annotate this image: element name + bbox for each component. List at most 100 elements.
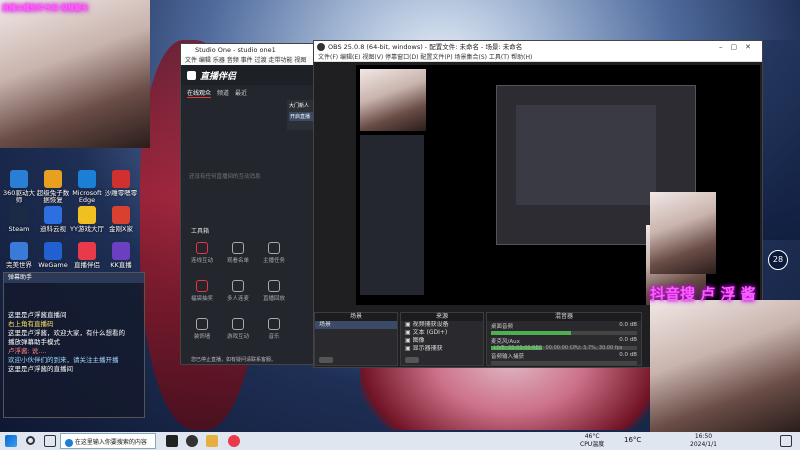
mixer-channel-name: 麦克风/Aux [491,339,520,345]
mixer-channel-label: 麦克风/Aux 0.0 dB [491,337,637,345]
desktop-icon[interactable]: Microsoft Edge [70,170,104,205]
clock-date: 2024/1/1 [690,441,717,448]
mixer-channel-label: 音频输入捕获 0.0 dB [491,352,637,360]
toolbox-item[interactable]: 观看名单 [225,242,251,264]
sources-dock: 来源 ▣ 视频捕获设备 ▣ 文本 (GDI+) ▣ 图像 ▣ 显示器捕获 [400,312,484,366]
toolbox-item[interactable]: 游戏互动 [225,318,251,340]
volume-meter[interactable] [491,331,637,335]
desktop-icon-label: 完美世界 [6,261,32,269]
toolbox-item[interactable]: 连线互动 [189,242,215,264]
zbj-title: Studio One - studio one1 [195,46,276,54]
chat-message: 这里是卢浮酱的直播间 [8,365,73,373]
scenes-dock: 场景 场景 [314,312,398,366]
danmu-chat-panel: 弹幕助手 这里是卢浮酱直播间 右上角有直播码 这里是卢浮酱，欢迎大家，有什么想看的播… [3,272,145,418]
scenes-dock-title: 场景 [315,313,397,321]
desktop-icon[interactable]: 完美世界 [2,242,36,269]
app-icon [44,206,62,224]
tool-icon [232,242,244,254]
task-view-icon[interactable] [44,435,56,447]
tool-label: 装饰墙 [193,334,211,340]
toolbox-item[interactable]: 装饰墙 [189,318,215,340]
desktop-icon-label: Steam [8,225,30,233]
weather-temp: 16°C [624,436,642,444]
source-add-button[interactable] [405,357,419,363]
desktop-icon[interactable]: 沙雕零嗯零 [104,170,138,197]
webcam-preview-topleft [0,0,150,148]
tab-channel[interactable]: 频道 [217,88,229,98]
tab-online[interactable]: 在线观众 [187,88,212,98]
desktop-icon[interactable]: Steam [2,206,36,233]
overlay-top-text: 直播主播软件专用 视频聊天 [2,4,89,12]
source-item[interactable]: ▣ 文本 (GDI+) [401,329,483,337]
chat-message: 这里是卢浮酱，欢迎大家，有什么想看的 [8,329,125,337]
start-live-button[interactable]: 开启直播 [289,112,313,121]
desktop-icon-label: WeGame [38,261,68,269]
desktop-icon[interactable]: WeGame [36,242,70,269]
clock-time: 16:50 [694,433,713,440]
scene-add-button[interactable] [319,357,333,363]
chat-message: 欢迎小伙伴们的到来，请关注主播开播 [8,356,119,364]
tool-label: 音乐 [268,334,280,340]
notification-icon[interactable] [780,435,792,447]
mixer-channel-db: 0.0 dB [619,337,637,343]
scene-item[interactable]: 场景 [315,321,397,329]
tool-icon [268,280,280,292]
tool-label: 连线互动 [190,258,213,264]
tool-label: 观看名单 [226,258,249,264]
obs-taskbar-icon[interactable] [186,435,198,447]
chat-message: 右上角有直播码 [8,320,54,328]
sources-dock-title: 来源 [401,313,483,321]
zbj-logo: 直播伴侣 [200,71,237,82]
browser-tab-search[interactable]: 在这里输入你要搜索的内容 [60,433,156,449]
desktop-icon[interactable]: KK直播 [104,242,138,269]
desktop-icon[interactable]: YY游戏大厅 [70,206,104,233]
desktop-icon-label: YY游戏大厅 [70,225,104,233]
chat-messages: 这里是卢浮酱直播间 右上角有直播码 这里是卢浮酱，欢迎大家，有什么想看的 播放弹幕助手… [4,283,144,374]
folder-icon[interactable] [206,435,218,447]
windows-start-icon[interactable] [5,435,17,447]
source-item[interactable]: ▣ 图像 [401,337,483,345]
search-icon[interactable] [26,436,35,445]
zbj-menubar[interactable]: 文件 编辑 乐器 音频 事件 过渡 走带功能 视图 [181,56,313,65]
toolbox-item[interactable]: 福袋抽奖 [189,280,215,302]
preview-webcam [360,69,426,131]
toolbox-item[interactable]: 直播回放 [261,280,287,302]
chat-message: 卢浮酱: 说.... [8,347,47,355]
source-item[interactable]: ▣ 视频捕获设备 [401,321,483,329]
overlay-bottom-text: 抖音搜 卢 浮 酱 [650,285,756,303]
zbj-empty-text: 还没有任何直播间的互动消息 [189,174,261,180]
webcam-preview-right [650,192,716,274]
badge-count: 28 [768,250,788,270]
tool-icon [196,242,208,254]
zbj-side-title: 大门新人 [289,103,310,109]
source-item[interactable]: ▣ 显示器捕获 [401,345,483,353]
desktop-icon[interactable]: 超级兔子数据恢复 [36,170,70,205]
window-controls[interactable]: –▢✕ [719,41,759,53]
mixer-channel: 音频输入捕获 0.0 dB [487,351,641,366]
app-icon [44,170,62,188]
preview-nested-zbj [360,135,424,295]
game-controller-icon[interactable] [166,435,178,447]
obs-menubar[interactable]: 文件(F) 编辑(E) 视图(V) 停靠窗口(D) 配置文件(P) 场景集合(S… [314,53,762,62]
app-icon [112,206,130,224]
toolbox-item[interactable]: 音乐 [261,318,287,340]
desktop-icon[interactable]: 迪科云视 [36,206,70,233]
app-icon [112,170,130,188]
app-icon [10,206,28,224]
douyin-live-icon[interactable] [228,435,240,447]
zbj-header: 直播伴侣 [181,65,313,85]
tab-recent[interactable]: 最近 [235,88,247,98]
taskbar-search-tip: 在这里输入你要搜索的内容 [74,439,147,446]
webcam-preview-bottomright [650,300,800,432]
desktop-icon[interactable]: 360驱动大师 [2,170,36,205]
app-icon [78,242,96,260]
mixer-channel-label: 桌面音频 0.0 dB [491,322,637,330]
desktop-icon[interactable]: 金刚X家 [104,206,138,233]
tool-icon [196,280,208,292]
zbj-side-panel: 大门新人 开启直播 [287,100,315,130]
desktop-icon[interactable]: 直播伴侣 [70,242,104,269]
toolbox-item[interactable]: 主播任务 [261,242,287,264]
edge-icon [65,438,73,447]
toolbox-item[interactable]: 多人连麦 [225,280,251,302]
volume-meter[interactable] [491,361,637,365]
